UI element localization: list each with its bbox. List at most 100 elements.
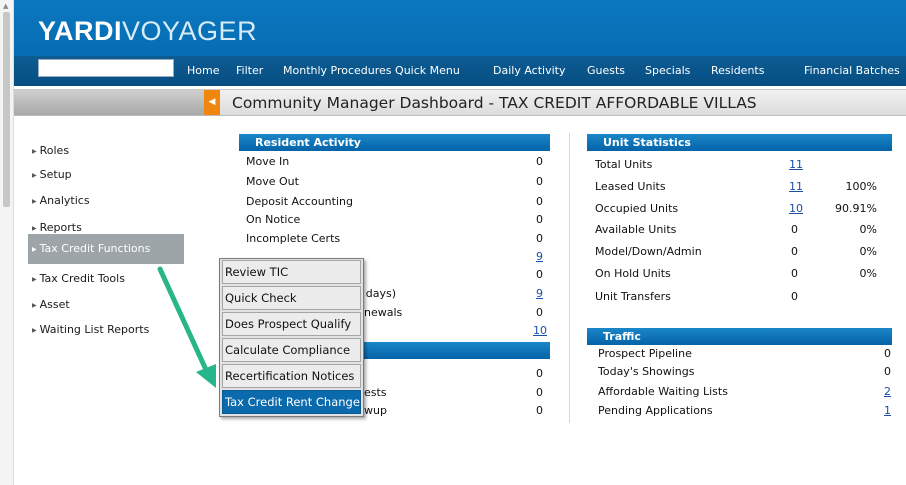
row-label: On Notice — [246, 213, 301, 226]
menu-item-review-tic[interactable]: Review TIC — [222, 260, 361, 284]
title-bar: ◀ Community Manager Dashboard - TAX CRED… — [14, 89, 906, 116]
caret-right-icon: ▶ — [32, 172, 37, 179]
row-label: Deposit Accounting — [246, 195, 353, 208]
row-value: 0 — [884, 347, 891, 360]
list-item: Today's Showings 0 — [598, 364, 894, 379]
row-percent: 0% — [859, 223, 877, 236]
unit-statistics-header: Unit Statistics — [587, 134, 892, 151]
sidebar-item-waiting-list-reports[interactable]: ▶ Waiting List Reports — [30, 320, 149, 340]
nav-residents[interactable]: Residents — [711, 64, 764, 77]
row-label: Move Out — [246, 175, 299, 188]
menu-item-recertification-notices[interactable]: Recertification Notices — [222, 364, 361, 388]
chevron-left-icon: ◀ — [208, 97, 216, 107]
caret-right-icon: ▶ — [32, 148, 37, 155]
nav-filter[interactable]: Filter — [236, 64, 263, 77]
row-label: newals — [364, 306, 403, 319]
row-label: Total Units — [595, 158, 653, 171]
list-item: Move In 0 — [246, 154, 543, 169]
row-label: Affordable Waiting Lists — [598, 385, 728, 398]
row-label: ests — [364, 386, 387, 399]
nav-guests[interactable]: Guests — [587, 64, 625, 77]
sidebar-item-asset[interactable]: ▶ Asset — [30, 295, 70, 315]
row-value: 0 — [536, 386, 543, 399]
sidebar-item-roles[interactable]: ▶ Roles — [30, 141, 69, 161]
nav-financial-batches[interactable]: Financial Batches — [804, 64, 900, 77]
row-value-link[interactable]: 2 — [884, 384, 891, 399]
row-value-link[interactable]: 11 — [789, 157, 803, 172]
sidebar-item-label: Setup — [39, 168, 72, 181]
row-label: Move In — [246, 155, 290, 168]
caret-right-icon: ▶ — [32, 327, 37, 334]
collapse-sidebar-button[interactable]: ◀ — [204, 90, 220, 115]
logo-yardi: YARDI — [38, 16, 123, 46]
row-label: Leased Units — [595, 180, 666, 193]
row-value: 0 — [791, 223, 798, 236]
yardi-voyager-logo: YARDIVOYAGER — [38, 16, 257, 46]
list-item[interactable]: Occupied Units 10 90.91% — [595, 201, 880, 216]
list-item[interactable]: Total Units 11 — [595, 157, 880, 172]
nav-monthly-procedures[interactable]: Monthly Procedures Quick Menu — [283, 64, 460, 77]
sidebar-item-label: Waiting List Reports — [39, 323, 150, 336]
row-label: Model/Down/Admin — [595, 245, 702, 258]
caret-right-icon: ▶ — [32, 276, 37, 283]
list-item: On Notice 0 — [246, 212, 543, 227]
row-label: Incomplete Certs — [246, 232, 341, 245]
row-label: Unit Transfers — [595, 290, 671, 303]
sidebar-item-analytics[interactable]: ▶ Analytics — [30, 191, 90, 211]
sidebar-item-tax-credit-functions[interactable]: ▶ Tax Credit Functions — [28, 234, 184, 264]
row-label: Today's Showings — [598, 365, 695, 378]
row-value: 0 — [791, 245, 798, 258]
sidebar-header — [14, 90, 204, 115]
sidebar-item-label: Asset — [39, 298, 70, 311]
row-label: Occupied Units — [595, 202, 679, 215]
nav-home[interactable]: Home — [187, 64, 219, 77]
menu-item-calculate-compliance[interactable]: Calculate Compliance — [222, 338, 361, 362]
nav-specials[interactable]: Specials — [645, 64, 690, 77]
row-value: 0 — [536, 268, 543, 281]
row-value-link[interactable]: 10 — [533, 323, 547, 338]
row-percent: 100% — [845, 180, 877, 193]
list-item: Move Out 0 — [246, 174, 543, 189]
sidebar-item-tax-credit-tools[interactable]: ▶ Tax Credit Tools — [30, 269, 125, 289]
row-value-link[interactable]: 11 — [789, 179, 803, 194]
caret-right-icon: ▶ — [32, 302, 37, 309]
page-scrollbar[interactable]: ▲ — [0, 0, 14, 485]
caret-right-icon: ▶ — [32, 246, 37, 253]
nav-daily-activity[interactable]: Daily Activity — [493, 64, 565, 77]
scroll-thumb[interactable] — [3, 12, 10, 207]
row-value: 0 — [536, 232, 543, 245]
row-percent: 0% — [859, 267, 877, 280]
row-value-link[interactable]: 10 — [789, 201, 803, 216]
list-item: Prospect Pipeline 0 — [598, 346, 894, 361]
menu-item-does-prospect-qualify[interactable]: Does Prospect Qualify — [222, 312, 361, 336]
row-value: 0 — [536, 195, 543, 208]
menu-item-tax-credit-rent-change[interactable]: Tax Credit Rent Change — [222, 390, 361, 414]
row-value: 0 — [536, 175, 543, 188]
logo-voyager: VOYAGER — [122, 16, 258, 46]
search-input[interactable] — [38, 59, 174, 77]
menu-item-quick-check[interactable]: Quick Check — [222, 286, 361, 310]
list-item[interactable]: Affordable Waiting Lists 2 — [598, 384, 894, 399]
row-value: 0 — [884, 365, 891, 378]
row-value: 0 — [536, 155, 543, 168]
list-item[interactable]: Pending Applications 1 — [598, 403, 894, 418]
scroll-up-icon[interactable]: ▲ — [3, 2, 8, 10]
main-nav: Home Filter Monthly Procedures Quick Men… — [14, 56, 906, 86]
traffic-header: Traffic — [587, 328, 892, 345]
list-item: Deposit Accounting 0 — [246, 194, 543, 209]
row-label: wup — [364, 404, 387, 417]
row-value: 0 — [791, 290, 798, 303]
row-value: 0 — [536, 306, 543, 319]
sidebar-item-label: Tax Credit Functions — [39, 242, 151, 255]
row-value-link[interactable]: 9 — [536, 249, 543, 264]
list-item[interactable]: Leased Units 11 100% — [595, 179, 880, 194]
sidebar-item-label: Tax Credit Tools — [39, 272, 125, 285]
row-value-link[interactable]: 9 — [536, 286, 543, 301]
row-label: Available Units — [595, 223, 677, 236]
caret-right-icon: ▶ — [32, 198, 37, 205]
list-item: Incomplete Certs 0 — [246, 231, 543, 246]
row-value-link[interactable]: 1 — [884, 403, 891, 418]
sidebar-item-setup[interactable]: ▶ Setup — [30, 165, 72, 185]
page-title: Community Manager Dashboard - TAX CREDIT… — [232, 94, 757, 112]
row-label: Prospect Pipeline — [598, 347, 692, 360]
